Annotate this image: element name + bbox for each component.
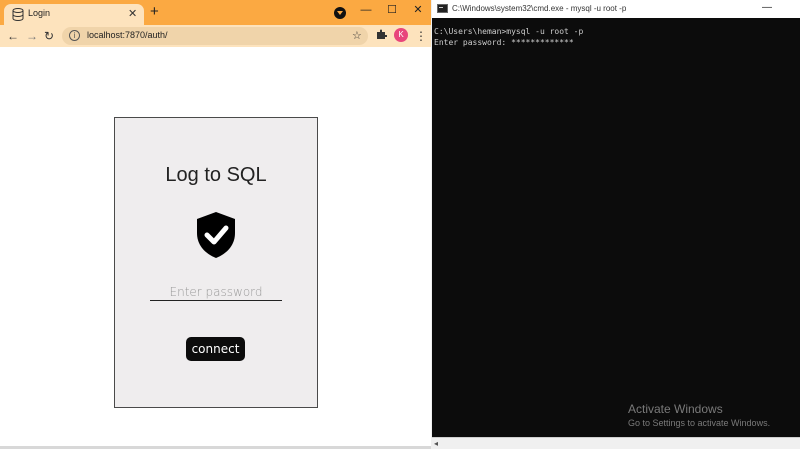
new-tab-button[interactable]: + [150, 3, 159, 21]
browser-toolbar: ← → ↻ i localhost:7870/auth/ ☆ K ⋮ [0, 25, 431, 47]
login-title: Log to SQL [165, 164, 267, 186]
scroll-left-icon[interactable]: ◂ [434, 438, 438, 449]
minimize-button[interactable]: — [354, 2, 378, 18]
tab-login[interactable]: Login ✕ [4, 4, 144, 25]
close-button[interactable]: ✕ [406, 2, 430, 18]
console-output[interactable]: C:\Users\heman>mysql -u root -p Enter pas… [434, 26, 784, 48]
activate-windows-subtitle: Go to Settings to activate Windows. [628, 418, 771, 428]
maximize-button[interactable]: ☐ [380, 2, 404, 18]
extensions-puzzle-icon[interactable] [376, 29, 387, 40]
back-icon[interactable]: ← [7, 27, 19, 45]
tab-close-icon[interactable]: ✕ [128, 6, 137, 22]
profile-avatar[interactable]: K [394, 28, 408, 42]
console-line: Enter password: ************* [434, 38, 574, 47]
bookmark-star-icon[interactable]: ☆ [352, 28, 362, 44]
activate-windows-title: Activate Windows [628, 402, 723, 416]
password-input[interactable] [150, 283, 282, 301]
console-icon [437, 4, 448, 13]
cmd-title: C:\Windows\system32\cmd.exe - mysql -u r… [452, 4, 627, 13]
page-content: Log to SQL connect [0, 47, 431, 449]
kebab-menu-icon[interactable]: ⋮ [415, 27, 427, 45]
shield-check-icon [197, 212, 235, 258]
database-icon [12, 8, 24, 21]
site-info-icon[interactable]: i [69, 30, 80, 41]
address-bar[interactable]: i localhost:7870/auth/ ☆ [62, 27, 368, 45]
tab-strip: Login ✕ + — ☐ ✕ [0, 0, 431, 25]
tab-search-icon[interactable] [334, 7, 346, 19]
tab-title: Login [28, 8, 51, 18]
cmd-minimize-button[interactable]: — [762, 1, 772, 15]
reload-icon[interactable]: ↻ [44, 27, 54, 45]
cmd-window: C:\Windows\system32\cmd.exe - mysql -u r… [432, 0, 800, 449]
browser-window: Login ✕ + — ☐ ✕ ← → ↻ i localhost:7870/a… [0, 0, 431, 449]
cmd-titlebar[interactable]: C:\Windows\system32\cmd.exe - mysql -u r… [432, 0, 800, 18]
address-text[interactable]: localhost:7870/auth/ [87, 30, 168, 40]
login-card: Log to SQL connect [114, 117, 318, 408]
console-line: C:\Users\heman>mysql -u root -p [434, 27, 584, 36]
connect-button[interactable]: connect [186, 337, 245, 361]
forward-icon[interactable]: → [26, 27, 38, 45]
horizontal-scrollbar[interactable]: ◂ [432, 437, 800, 449]
